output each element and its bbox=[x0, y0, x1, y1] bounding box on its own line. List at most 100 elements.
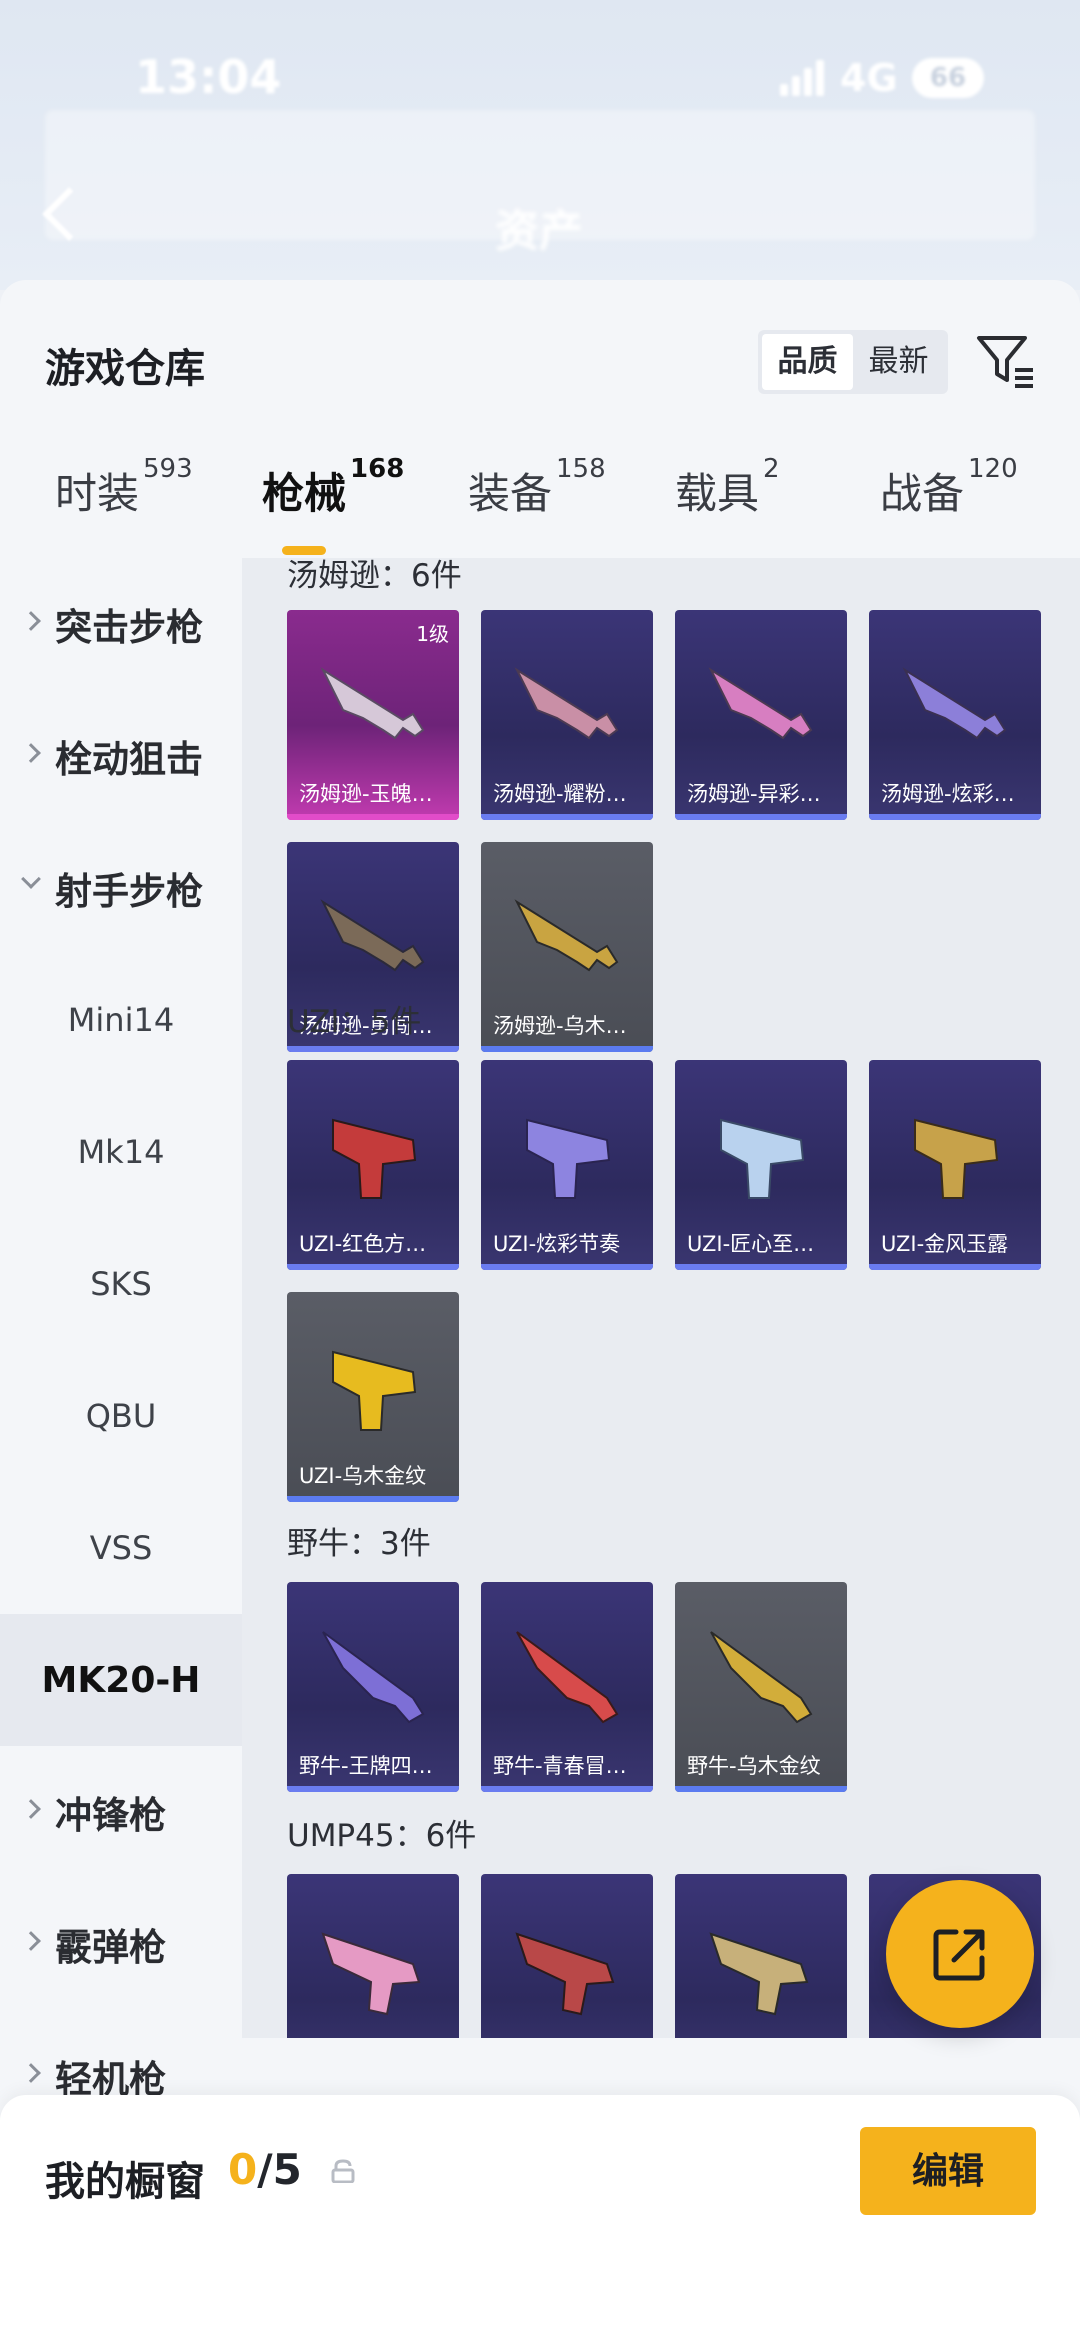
item-name: 汤姆逊-乌木… bbox=[493, 1014, 627, 1038]
gun-icon bbox=[332, 1350, 417, 1431]
tab-count: 158 bbox=[556, 454, 606, 484]
sort-newest-option[interactable]: 最新 bbox=[853, 334, 944, 390]
showcase-bar: 我的橱窗 0/5 编辑 bbox=[0, 2095, 1080, 2341]
item-card[interactable] bbox=[675, 1874, 847, 2038]
nav-title: 资产 bbox=[495, 206, 583, 257]
subcategory-mk14[interactable]: Mk14 bbox=[0, 1086, 242, 1218]
gun-icon bbox=[514, 899, 619, 972]
gun-icon bbox=[320, 667, 425, 740]
item-name: 汤姆逊-耀粉… bbox=[493, 782, 627, 806]
tab-guns[interactable]: 枪械 168 bbox=[262, 454, 404, 540]
showcase-count: 0/5 bbox=[228, 2145, 302, 2194]
item-level-badge: 1级 bbox=[416, 622, 449, 646]
subcategory-mini14[interactable]: Mini14 bbox=[0, 954, 242, 1086]
sheet-title: 游戏仓库 bbox=[45, 346, 205, 392]
item-card[interactable]: 汤姆逊-乌木… bbox=[481, 842, 653, 1052]
edit-button[interactable]: 编辑 bbox=[860, 2127, 1036, 2215]
item-card[interactable] bbox=[481, 1874, 653, 2038]
tab-count: 2 bbox=[763, 454, 780, 484]
item-name: 汤姆逊-异彩… bbox=[687, 782, 821, 806]
item-card[interactable]: UZI-金风玉露 bbox=[869, 1060, 1041, 1270]
category-smg[interactable]: 冲锋枪 bbox=[0, 1746, 242, 1878]
gun-icon bbox=[321, 1932, 421, 2016]
item-card[interactable]: UZI-红色方… bbox=[287, 1060, 459, 1270]
item-name: 汤姆逊-炫彩… bbox=[881, 782, 1015, 806]
item-card[interactable]: 野牛-青春冒… bbox=[481, 1582, 653, 1792]
subcategory-mk20h[interactable]: MK20-H bbox=[0, 1614, 242, 1746]
tab-supplies[interactable]: 战备 120 bbox=[880, 454, 1018, 540]
item-name: UZI-红色方… bbox=[299, 1232, 427, 1256]
category-shotgun[interactable]: 霰弹枪 bbox=[0, 1878, 242, 2010]
item-card[interactable]: UZI-匠心至… bbox=[675, 1060, 847, 1270]
category-label: SKS bbox=[90, 1265, 152, 1303]
share-button[interactable] bbox=[886, 1880, 1034, 2028]
category-label: QBU bbox=[85, 1397, 157, 1435]
category-marksman-rifle[interactable]: 射手步枪 bbox=[0, 822, 242, 954]
category-label: VSS bbox=[89, 1529, 153, 1567]
item-card[interactable] bbox=[287, 1874, 459, 2038]
tab-label: 战备 bbox=[880, 469, 965, 518]
rarity-stripe bbox=[869, 1264, 1041, 1270]
rarity-stripe bbox=[675, 814, 847, 820]
gun-icon bbox=[708, 667, 813, 740]
tab-label: 装备 bbox=[468, 469, 553, 518]
tab-label: 载具 bbox=[675, 469, 760, 518]
item-grid[interactable]: 汤姆逊：6件 1级 汤姆逊-玉魄… 汤姆逊-耀粉… 汤姆逊-异彩… 汤姆逊-炫彩… bbox=[242, 558, 1080, 2038]
category-bolt-sniper[interactable]: 栓动狙击 bbox=[0, 690, 242, 822]
filter-icon[interactable] bbox=[975, 330, 1035, 390]
gun-icon bbox=[515, 1932, 615, 2016]
rarity-stripe bbox=[481, 1264, 653, 1270]
tab-label: 枪械 bbox=[262, 469, 347, 518]
item-card[interactable]: 野牛-乌木金纹 bbox=[675, 1582, 847, 1792]
group-title: 汤姆逊：6件 bbox=[287, 558, 462, 594]
gun-icon bbox=[516, 1631, 619, 1724]
subcategory-qbu[interactable]: QBU bbox=[0, 1350, 242, 1482]
group-title: UMP45：6件 bbox=[287, 1818, 477, 1854]
weapon-category-list: 突击步枪 栓动狙击 射手步枪 Mini14 Mk14 SKS QBU VSS M… bbox=[0, 558, 242, 2258]
gun-icon bbox=[322, 1631, 425, 1724]
item-name: UZI-匠心至… bbox=[687, 1232, 815, 1256]
rarity-stripe bbox=[869, 814, 1041, 820]
chevron-right-icon bbox=[21, 611, 41, 631]
group-title: UZI：5件 bbox=[287, 1004, 422, 1040]
tab-equipment[interactable]: 装备 158 bbox=[468, 454, 606, 540]
chevron-down-icon bbox=[21, 869, 41, 889]
category-tabs: 时装 593 枪械 168 装备 158 载具 2 战备 120 bbox=[0, 454, 1080, 560]
group-title: 野牛：3件 bbox=[287, 1526, 431, 1562]
item-card[interactable]: 汤姆逊-异彩… bbox=[675, 610, 847, 820]
gun-icon bbox=[710, 1631, 813, 1724]
tab-count: 593 bbox=[143, 454, 193, 484]
category-label: 霰弹枪 bbox=[55, 1926, 166, 1969]
sort-quality-option[interactable]: 品质 bbox=[762, 334, 853, 390]
category-label: MK20-H bbox=[41, 1659, 201, 1701]
tab-vehicles[interactable]: 载具 2 bbox=[675, 454, 780, 540]
item-card[interactable]: 汤姆逊-炫彩… bbox=[869, 610, 1041, 820]
lock-icon bbox=[331, 2159, 355, 2183]
item-card[interactable]: 汤姆逊-耀粉… bbox=[481, 610, 653, 820]
tab-count: 168 bbox=[350, 454, 405, 484]
category-label: 射手步枪 bbox=[55, 870, 203, 913]
chevron-right-icon bbox=[21, 743, 41, 763]
rarity-stripe bbox=[287, 1046, 459, 1052]
category-label: 突击步枪 bbox=[55, 606, 203, 649]
item-card[interactable]: 野牛-王牌四… bbox=[287, 1582, 459, 1792]
showcase-current: 0 bbox=[228, 2145, 258, 2194]
subcategory-sks[interactable]: SKS bbox=[0, 1218, 242, 1350]
category-label: Mk14 bbox=[77, 1133, 165, 1171]
category-assault-rifle[interactable]: 突击步枪 bbox=[0, 558, 242, 690]
rarity-stripe bbox=[675, 1264, 847, 1270]
battery-icon: 66 bbox=[912, 58, 984, 98]
category-label: 栓动狙击 bbox=[55, 738, 203, 781]
item-card[interactable]: UZI-乌木金纹 bbox=[287, 1292, 459, 1502]
gun-icon bbox=[720, 1118, 805, 1199]
item-name: 野牛-乌木金纹 bbox=[687, 1754, 821, 1778]
signal-icon bbox=[780, 60, 830, 96]
showcase-total: /5 bbox=[257, 2145, 302, 2194]
subcategory-vss[interactable]: VSS bbox=[0, 1482, 242, 1614]
item-card[interactable]: 1级 汤姆逊-玉魄… bbox=[287, 610, 459, 820]
rarity-stripe bbox=[481, 1786, 653, 1792]
item-card[interactable]: UZI-炫彩节奏 bbox=[481, 1060, 653, 1270]
item-name: 野牛-青春冒… bbox=[493, 1754, 627, 1778]
tab-label: 时装 bbox=[55, 469, 140, 518]
tab-fashion[interactable]: 时装 593 bbox=[55, 454, 193, 540]
